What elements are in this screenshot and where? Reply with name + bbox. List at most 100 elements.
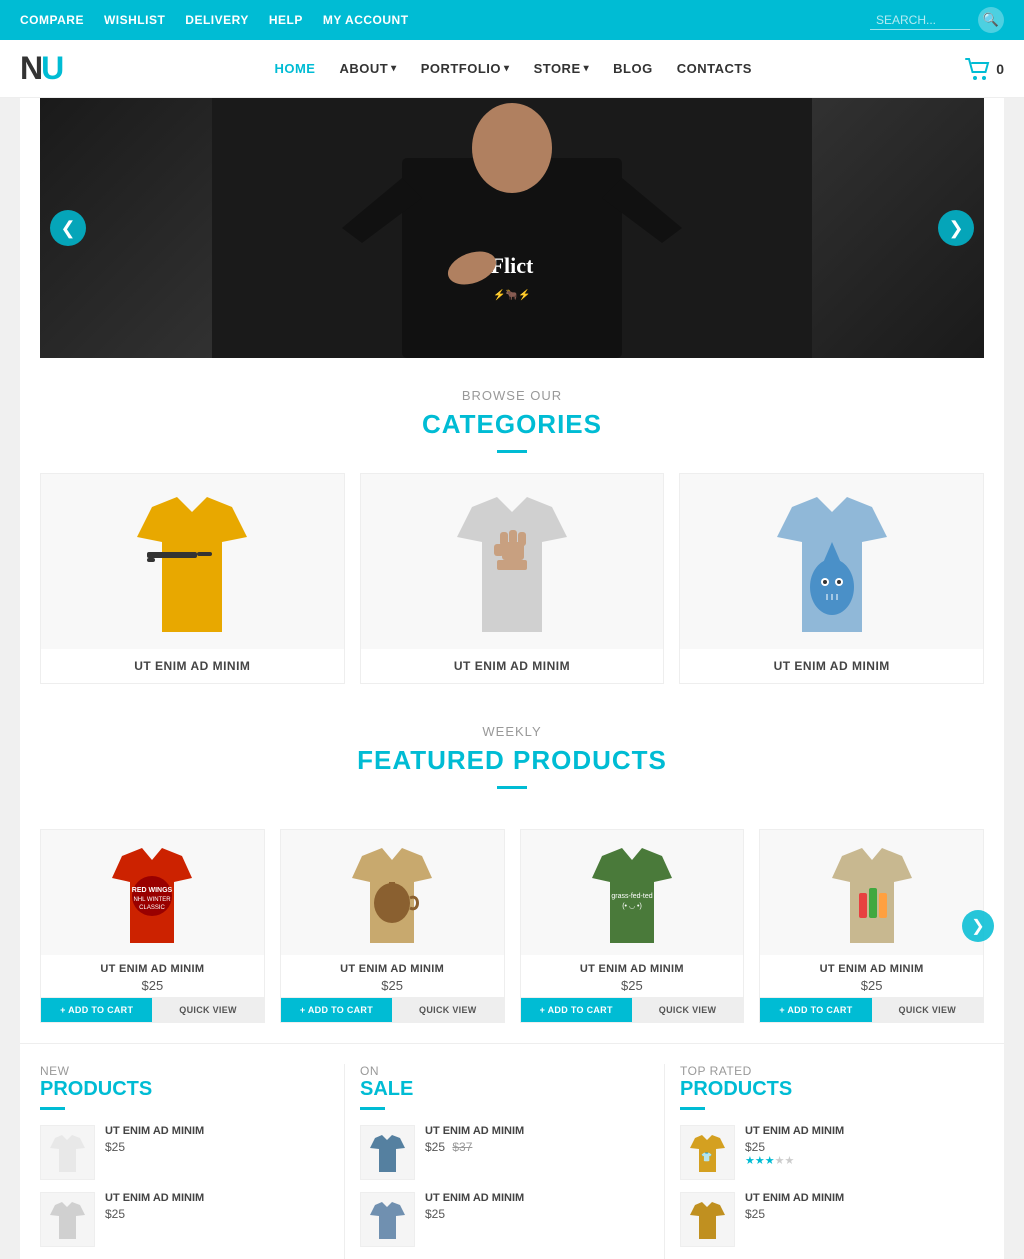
on-sale-thumb-1 <box>360 1125 415 1180</box>
on-sale-divider <box>360 1107 385 1110</box>
top-rated-sub: TOP RATED <box>680 1064 969 1078</box>
new-products-header: NEW PRODUCTS <box>40 1064 329 1110</box>
new-products-sub: NEW <box>40 1064 329 1078</box>
product-actions-4: + ADD TO CART QUICK VIEW <box>760 997 983 1022</box>
category-label-2: UT ENIM AD MINIM <box>361 649 664 683</box>
new-product-info-1: UT ENIM AD MINIM $25 <box>105 1125 329 1154</box>
featured-sub: WEEKLY <box>40 724 984 739</box>
nav-home[interactable]: HOME <box>274 61 315 76</box>
on-sale-item-1[interactable]: UT ENIM AD MINIM $25 $37 <box>360 1125 649 1180</box>
product-name-3: UT ENIM AD MINIM <box>531 963 734 975</box>
cart-button[interactable]: 0 <box>964 57 1004 81</box>
add-to-cart-4[interactable]: + ADD TO CART <box>760 998 871 1022</box>
header: NU HOME ABOUT▾ PORTFOLIO▾ STORE▾ BLOG CO… <box>0 40 1024 98</box>
new-product-name-2: UT ENIM AD MINIM <box>105 1192 329 1204</box>
new-product-name-1: UT ENIM AD MINIM <box>105 1125 329 1137</box>
logo[interactable]: NU <box>20 50 62 87</box>
on-sale-old-price-1: $37 <box>452 1140 472 1154</box>
nav-contacts[interactable]: CONTACTS <box>677 61 752 76</box>
top-rated-info-1: UT ENIM AD MINIM $25 ★★★★★ <box>745 1125 969 1167</box>
product-info-1: UT ENIM AD MINIM $25 <box>41 955 264 997</box>
product-price-4: $25 <box>770 978 973 993</box>
product-name-1: UT ENIM AD MINIM <box>51 963 254 975</box>
nav-portfolio[interactable]: PORTFOLIO▾ <box>421 61 510 76</box>
top-bar: COMPARE WISHLIST DELIVERY HELP MY ACCOUN… <box>0 0 1024 40</box>
new-products-divider <box>40 1107 65 1110</box>
nav-store[interactable]: STORE▾ <box>534 61 590 76</box>
product-shirt-1: RED WINGS NHL WINTER CLASSIC <box>97 838 207 948</box>
product-name-4: UT ENIM AD MINIM <box>770 963 973 975</box>
new-product-thumb-1 <box>40 1125 95 1180</box>
new-products-col: NEW PRODUCTS UT ENIM AD MINIM $25 <box>40 1064 345 1259</box>
category-img-2 <box>361 474 664 649</box>
quick-view-3[interactable]: QUICK VIEW <box>632 998 743 1022</box>
top-rated-item-1[interactable]: 👕 UT ENIM AD MINIM $25 ★★★★★ <box>680 1125 969 1180</box>
product-card-2[interactable]: UT ENIM AD MINIM $25 + ADD TO CART QUICK… <box>280 829 505 1023</box>
top-rated-price-2: $25 <box>745 1207 969 1221</box>
on-sale-item-2[interactable]: UT ENIM AD MINIM $25 <box>360 1192 649 1247</box>
top-rated-divider <box>680 1107 705 1110</box>
add-to-cart-2[interactable]: + ADD TO CART <box>281 998 392 1022</box>
product-price-1: $25 <box>51 978 254 993</box>
logo-u: U <box>41 50 62 86</box>
featured-header: WEEKLY FEATURED PRODUCTS <box>40 714 984 809</box>
category-img-1 <box>41 474 344 649</box>
top-bar-links: COMPARE WISHLIST DELIVERY HELP MY ACCOUN… <box>20 13 409 27</box>
cart-icon <box>964 57 992 81</box>
svg-text:CLASSIC: CLASSIC <box>140 905 166 911</box>
quick-view-4[interactable]: QUICK VIEW <box>872 998 983 1022</box>
search-button[interactable]: 🔍 <box>978 7 1004 33</box>
quick-view-2[interactable]: QUICK VIEW <box>392 998 503 1022</box>
wishlist-link[interactable]: WISHLIST <box>104 13 165 27</box>
product-actions-1: + ADD TO CART QUICK VIEW <box>41 997 264 1022</box>
product-info-2: UT ENIM AD MINIM $25 <box>281 955 504 997</box>
product-card-4[interactable]: UT ENIM AD MINIM $25 + ADD TO CART QUICK… <box>759 829 984 1023</box>
top-rated-name-2: UT ENIM AD MINIM <box>745 1192 969 1204</box>
product-info-4: UT ENIM AD MINIM $25 <box>760 955 983 997</box>
main-nav: HOME ABOUT▾ PORTFOLIO▾ STORE▾ BLOG CONTA… <box>274 61 752 76</box>
new-product-info-2: UT ENIM AD MINIM $25 <box>105 1192 329 1221</box>
slider-next-button[interactable]: ❯ <box>938 210 974 246</box>
search-input[interactable] <box>870 11 970 30</box>
hero-svg: Flict ⚡🐂⚡ <box>212 98 812 358</box>
top-rated-item-2[interactable]: UT ENIM AD MINIM $25 <box>680 1192 969 1247</box>
new-product-shirt-1 <box>45 1130 90 1175</box>
product-price-2: $25 <box>291 978 494 993</box>
product-img-3: grass-fed-ted (• ◡ •) <box>521 830 744 955</box>
top-rated-title: PRODUCTS <box>680 1078 969 1101</box>
add-to-cart-3[interactable]: + ADD TO CART <box>521 998 632 1022</box>
on-sale-info-1: UT ENIM AD MINIM $25 $37 <box>425 1125 649 1154</box>
category-card-2[interactable]: UT ENIM AD MINIM <box>360 473 665 684</box>
category-shirt-3 <box>757 482 907 642</box>
categories-grid: UT ENIM AD MINIM UT ENIM AD MINIM <box>20 473 1004 704</box>
top-rated-thumb-1: 👕 <box>680 1125 735 1180</box>
nav-about[interactable]: ABOUT▾ <box>339 61 396 76</box>
products-next-button[interactable]: ❯ <box>962 910 994 942</box>
new-product-thumb-2 <box>40 1192 95 1247</box>
hero-image: Flict ⚡🐂⚡ <box>40 98 984 358</box>
new-product-item-1[interactable]: UT ENIM AD MINIM $25 <box>40 1125 329 1180</box>
new-product-shirt-2 <box>45 1197 90 1242</box>
delivery-link[interactable]: DELIVERY <box>185 13 249 27</box>
on-sale-price-1: $25 $37 <box>425 1140 649 1154</box>
product-card-1[interactable]: RED WINGS NHL WINTER CLASSIC UT ENIM AD … <box>40 829 265 1023</box>
my-account-link[interactable]: MY ACCOUNT <box>323 13 409 27</box>
category-card-1[interactable]: UT ENIM AD MINIM <box>40 473 345 684</box>
on-sale-header: ON SALE <box>360 1064 649 1110</box>
quick-view-1[interactable]: QUICK VIEW <box>152 998 263 1022</box>
product-info-3: UT ENIM AD MINIM $25 <box>521 955 744 997</box>
category-card-3[interactable]: UT ENIM AD MINIM <box>679 473 984 684</box>
on-sale-name-1: UT ENIM AD MINIM <box>425 1125 649 1137</box>
slider-prev-button[interactable]: ❮ <box>50 210 86 246</box>
top-rated-header: TOP RATED PRODUCTS <box>680 1064 969 1110</box>
categories-title: CATEGORIES <box>20 409 1004 440</box>
help-link[interactable]: HELP <box>269 13 303 27</box>
cart-count: 0 <box>996 61 1004 77</box>
new-product-item-2[interactable]: UT ENIM AD MINIM $25 <box>40 1192 329 1247</box>
nav-blog[interactable]: BLOG <box>613 61 653 76</box>
category-shirt-1 <box>117 482 267 642</box>
product-card-3[interactable]: grass-fed-ted (• ◡ •) UT ENIM AD MINIM $… <box>520 829 745 1023</box>
add-to-cart-1[interactable]: + ADD TO CART <box>41 998 152 1022</box>
compare-link[interactable]: COMPARE <box>20 13 84 27</box>
category-label-1: UT ENIM AD MINIM <box>41 649 344 683</box>
